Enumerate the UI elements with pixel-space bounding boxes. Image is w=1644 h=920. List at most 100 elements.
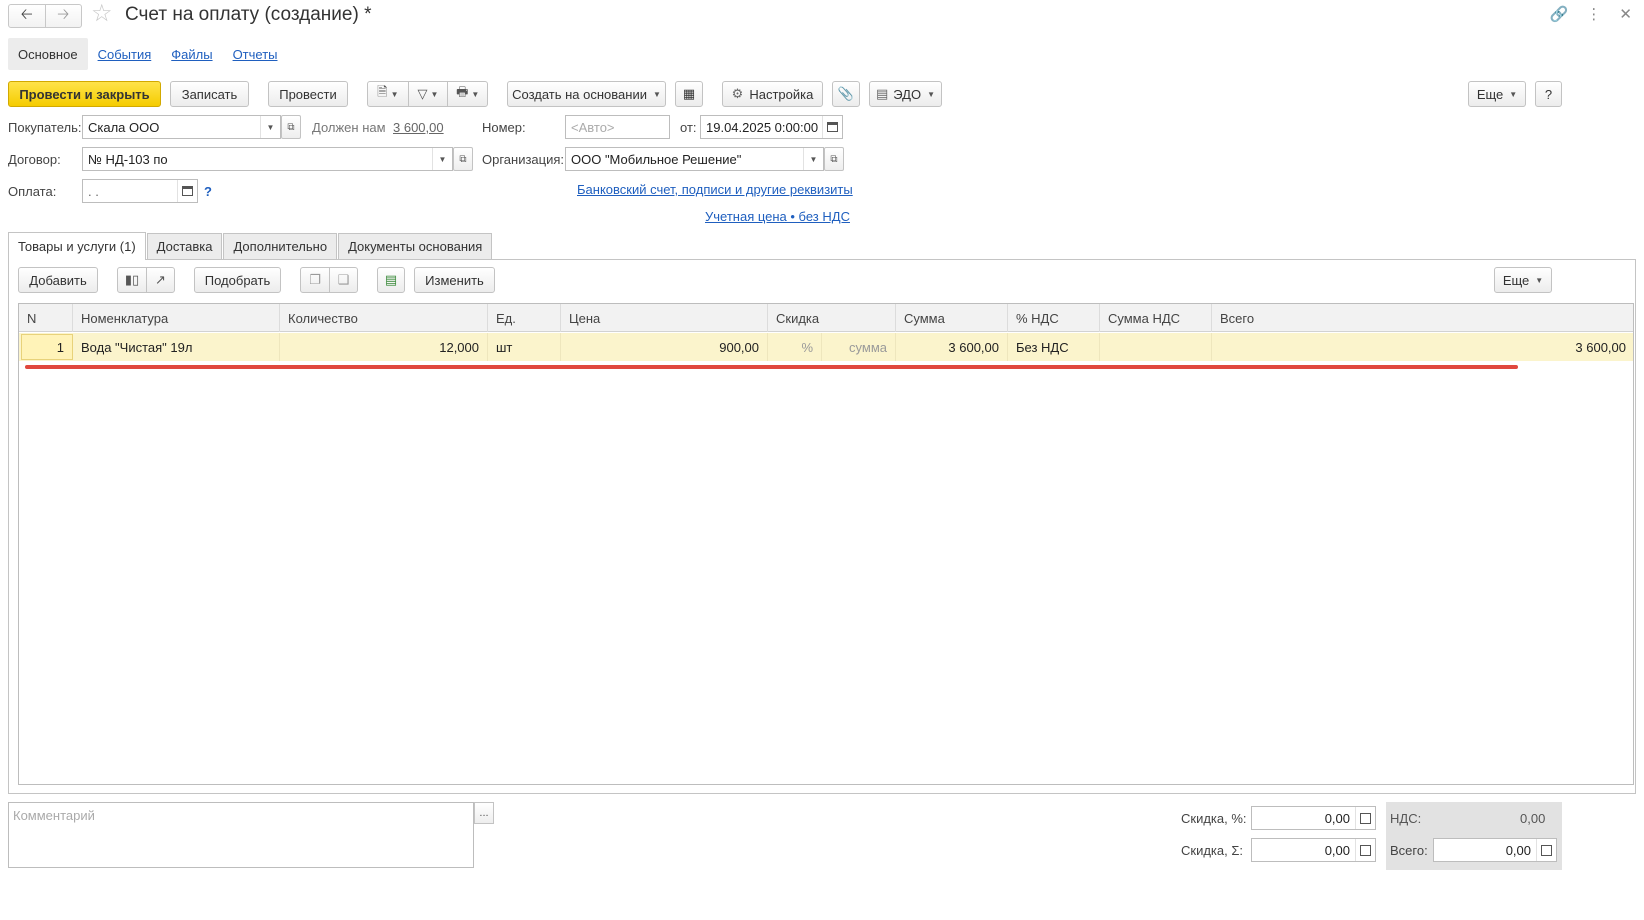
column-header[interactable]: Номенклатура <box>73 304 280 332</box>
comment-placeholder: Комментарий <box>13 808 95 823</box>
annotation-underline <box>25 365 1518 369</box>
help-button[interactable]: ? <box>1535 81 1562 107</box>
copy-icon[interactable]: ❐ <box>301 268 329 292</box>
arrow-left-icon[interactable]: 🡠 <box>9 5 45 27</box>
price-cell[interactable]: 900,00 <box>561 333 768 361</box>
post-button[interactable]: Провести <box>268 81 348 107</box>
open-icon[interactable]: ⧉ <box>453 147 473 171</box>
tab-events[interactable]: События <box>88 38 162 70</box>
save-button[interactable]: Записать <box>170 81 249 107</box>
barcode-icon[interactable]: ▮▯ <box>118 268 146 292</box>
chevron-down-icon: ▼ <box>1535 275 1544 285</box>
contract-field[interactable]: № НД-103 по ▼ <box>82 147 453 171</box>
paste-icon[interactable]: ❑ <box>328 268 357 292</box>
discount-percent-field[interactable]: 0,00 <box>1251 806 1376 830</box>
vat-rate-cell[interactable]: Без НДС <box>1008 333 1100 361</box>
settings-button[interactable]: ⚙ Настройка <box>722 81 823 107</box>
help-icon[interactable]: ? <box>204 184 212 199</box>
discount-percent-value: 0,00 <box>1324 810 1350 826</box>
settings-label: Настройка <box>749 86 814 102</box>
chevron-down-icon[interactable]: ▼ <box>803 148 823 170</box>
column-header[interactable]: % НДС <box>1008 304 1100 332</box>
calculator-icon[interactable] <box>1536 839 1556 861</box>
create-based-on-label: Создать на основании <box>512 86 647 102</box>
tab-main[interactable]: Основное <box>8 38 88 70</box>
quantity-cell[interactable]: 12,000 <box>280 333 488 361</box>
column-header[interactable]: Всего <box>1212 304 1633 332</box>
document-add-icon[interactable]: 🗎 ▼ <box>368 82 408 106</box>
attachment-icon[interactable]: 📎 <box>832 81 860 107</box>
tab-goods-services[interactable]: Товары и услуги (1) <box>8 232 146 260</box>
tab-files[interactable]: Файлы <box>161 38 222 70</box>
calendar-icon[interactable] <box>177 180 197 202</box>
column-header[interactable]: Ед. <box>488 304 561 332</box>
table-row[interactable]: 1 Вода "Чистая" 19л 12,000 шт 900,00 % с… <box>19 333 1633 361</box>
create-based-on-button[interactable]: Создать на основании ▼ <box>507 81 666 107</box>
total-field[interactable]: 0,00 <box>1433 838 1557 862</box>
number-label: Номер: <box>482 120 526 135</box>
number-placeholder: <Авто> <box>571 119 615 135</box>
chevron-down-icon: ▼ <box>652 89 661 99</box>
chevron-down-icon[interactable]: ▼ <box>432 148 452 170</box>
column-header[interactable]: Сумма НДС <box>1100 304 1212 332</box>
owes-amount-link[interactable]: 3 600,00 <box>393 120 444 135</box>
structure-icon[interactable]: ▦ <box>675 81 703 107</box>
organization-field[interactable]: ООО "Мобильное Решение" ▼ <box>565 147 824 171</box>
row-number-cell[interactable]: 1 <box>21 334 73 360</box>
item-cell[interactable]: Вода "Чистая" 19л <box>73 333 280 361</box>
table-header: N Номенклатура Количество Ед. Цена Скидк… <box>19 304 1633 332</box>
organization-value: ООО "Мобильное Решение" <box>571 151 742 167</box>
discount-sum-field[interactable]: 0,00 <box>1251 838 1376 862</box>
buyer-field[interactable]: Скала ООО ▼ <box>82 115 281 139</box>
tab-delivery[interactable]: Доставка <box>146 233 223 259</box>
payment-date-field[interactable]: . . <box>82 179 198 203</box>
calendar-icon[interactable] <box>822 116 842 138</box>
discount-sum-cell[interactable]: сумма <box>822 333 896 361</box>
total-cell[interactable]: 3 600,00 <box>1212 333 1633 361</box>
page-title: Счет на оплату (создание) * <box>125 4 372 25</box>
edo-button[interactable]: ▤ ЭДО ▼ <box>869 81 942 107</box>
payment-value: . . <box>88 183 99 199</box>
arrow-right-icon[interactable]: 🡢 <box>44 5 82 27</box>
open-icon[interactable]: ⧉ <box>281 115 301 139</box>
price-type-link[interactable]: Учетная цена • без НДС <box>705 209 850 224</box>
calculator-icon[interactable] <box>1355 839 1375 861</box>
column-header[interactable]: N <box>19 304 73 332</box>
tab-additional[interactable]: Дополнительно <box>223 233 338 259</box>
goods-table: N Номенклатура Количество Ед. Цена Скидк… <box>18 303 1634 785</box>
post-and-close-button[interactable]: Провести и закрыть <box>8 81 161 107</box>
link-icon[interactable]: 🔗 <box>1550 5 1569 23</box>
more-button[interactable]: Еще ▼ <box>1468 81 1526 107</box>
chevron-down-icon[interactable]: ▼ <box>260 116 280 138</box>
discount-percent-cell[interactable]: % <box>768 333 822 361</box>
table-more-button[interactable]: Еще ▼ <box>1494 267 1552 293</box>
filter-icon[interactable]: ▽ ▼ <box>407 82 448 106</box>
change-button[interactable]: Изменить <box>414 267 495 293</box>
table-edit-icon[interactable]: ▤ <box>377 267 405 293</box>
column-header[interactable]: Количество <box>280 304 488 332</box>
tab-base-documents[interactable]: Документы основания <box>338 233 493 259</box>
column-header[interactable]: Скидка <box>768 304 896 332</box>
calculator-icon[interactable] <box>1355 807 1375 829</box>
tab-reports[interactable]: Отчеты <box>223 38 288 70</box>
star-icon[interactable]: ☆ <box>91 2 113 26</box>
unit-cell[interactable]: шт <box>488 333 561 361</box>
column-header[interactable]: Сумма <box>896 304 1008 332</box>
print-icon[interactable]: 🖶 ▼ <box>447 82 487 106</box>
pick-button[interactable]: Подобрать <box>194 267 281 293</box>
vat-sum-cell[interactable] <box>1100 333 1212 361</box>
barcode-search-icon[interactable]: ↗ <box>145 268 174 292</box>
open-icon[interactable]: ⧉ <box>824 147 844 171</box>
comment-expand-button[interactable]: ... <box>474 802 494 824</box>
close-icon[interactable]: ✕ <box>1619 5 1632 23</box>
chevron-down-icon: ▼ <box>1509 89 1518 99</box>
bank-details-link[interactable]: Банковский счет, подписи и другие реквиз… <box>577 182 853 197</box>
edo-label: ЭДО <box>893 86 922 102</box>
comment-field[interactable]: Комментарий <box>8 802 474 868</box>
column-header[interactable]: Цена <box>561 304 768 332</box>
add-row-button[interactable]: Добавить <box>18 267 98 293</box>
number-field[interactable]: <Авто> <box>565 115 670 139</box>
more-vertical-icon[interactable]: ⋮ <box>1586 5 1601 23</box>
date-field[interactable]: 19.04.2025 0:00:00 <box>700 115 843 139</box>
sum-cell[interactable]: 3 600,00 <box>896 333 1008 361</box>
